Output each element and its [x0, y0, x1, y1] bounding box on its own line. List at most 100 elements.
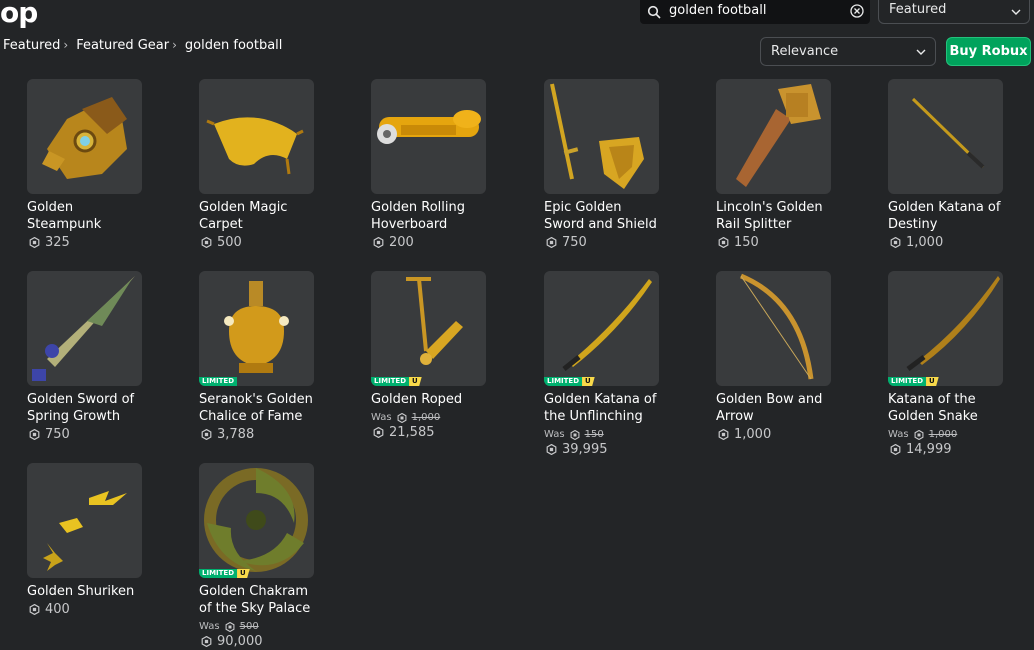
- item-card[interactable]: LIMITED Seranok's Golden Chalice of Fame 3,…: [199, 271, 349, 451]
- breadcrumb-current: golden football: [184, 38, 283, 53]
- robux-icon: [546, 444, 557, 455]
- item-card[interactable]: Golden Rolling Hoverboard 200: [371, 79, 521, 259]
- item-thumbnail[interactable]: [27, 79, 142, 194]
- item-name[interactable]: Epic Golden Sword and Shield: [544, 199, 694, 233]
- item-thumbnail[interactable]: LIMITED: [199, 271, 314, 386]
- item-thumbnail[interactable]: [199, 79, 314, 194]
- item-name[interactable]: Golden Katana of the Unflinching: [544, 391, 694, 425]
- original-price: Was 500: [199, 621, 259, 632]
- breadcrumb-featured-gear[interactable]: Featured Gear: [76, 38, 169, 53]
- item-price: 325: [29, 235, 70, 250]
- search-input[interactable]: golden football: [669, 3, 766, 18]
- item-price: 500: [201, 235, 242, 250]
- item-thumbnail[interactable]: [371, 79, 486, 194]
- robux-icon: [29, 429, 40, 440]
- item-price: 90,000: [201, 634, 263, 649]
- item-card[interactable]: Golden Magic Carpet 500: [199, 79, 349, 259]
- item-card[interactable]: LIMITED U Katana of the Golden Snake Was 1,00…: [888, 271, 1034, 457]
- chevron-right-icon: ›: [172, 38, 177, 52]
- bow-and-arrow-icon: [740, 273, 814, 380]
- item-card[interactable]: Epic Golden Sword and Shield 750: [544, 79, 694, 259]
- katana-icon: [906, 276, 1000, 371]
- item-name[interactable]: Lincoln's Golden Rail Splitter: [716, 199, 866, 233]
- chevron-down-icon: [916, 49, 926, 55]
- item-name[interactable]: Golden Katana of Destiny: [888, 199, 1034, 233]
- item-card[interactable]: Golden Shuriken 400: [27, 463, 177, 643]
- item-thumbnail[interactable]: LIMITED U: [544, 271, 659, 386]
- original-price: Was 1,000: [888, 429, 958, 440]
- sword-icon: [32, 276, 135, 381]
- rail-splitter-axe-icon: [736, 84, 821, 187]
- clear-search-icon[interactable]: [850, 4, 864, 18]
- unique-badge: U: [237, 569, 250, 578]
- robux-icon: [570, 429, 580, 440]
- item-card[interactable]: LIMITED U Golden Chakram of the Sky Palace W…: [199, 463, 349, 649]
- sort-dropdown-value: Relevance: [771, 44, 839, 59]
- item-card[interactable]: LIMITED U Golden Katana of the Unflinching W…: [544, 271, 694, 457]
- robux-icon: [890, 444, 901, 455]
- item-card[interactable]: Golden Sword of Spring Growth 750: [27, 271, 177, 451]
- item-name[interactable]: Golden Steampunk: [27, 199, 177, 233]
- chalice-icon: [224, 281, 289, 373]
- item-name[interactable]: Seranok's Golden Chalice of Fame: [199, 391, 349, 425]
- robux-icon: [397, 412, 407, 423]
- item-name[interactable]: Golden Rolling Hoverboard: [371, 199, 521, 233]
- katana-icon: [911, 97, 985, 169]
- sort-dropdown[interactable]: Relevance: [760, 37, 936, 66]
- item-card[interactable]: Golden Bow and Arrow 1,000: [716, 271, 866, 451]
- item-thumbnail[interactable]: [27, 271, 142, 386]
- item-thumbnail[interactable]: LIMITED U: [199, 463, 314, 578]
- search-icon: [647, 5, 661, 19]
- robux-icon: [29, 604, 40, 615]
- item-thumbnail[interactable]: LIMITED U: [371, 271, 486, 386]
- unique-badge: U: [582, 377, 595, 386]
- shuriken-icon: [43, 491, 127, 571]
- item-thumbnail[interactable]: [716, 271, 831, 386]
- buy-robux-button[interactable]: Buy Robux: [946, 37, 1031, 66]
- hoverboard-icon: [377, 110, 481, 144]
- search-box[interactable]: golden football: [640, 0, 870, 24]
- breadcrumb-featured[interactable]: Featured: [3, 38, 60, 53]
- item-name[interactable]: Golden Shuriken: [27, 583, 177, 600]
- item-name[interactable]: Golden Roped: [371, 391, 521, 408]
- robux-icon: [201, 429, 212, 440]
- robux-icon: [29, 237, 40, 248]
- item-name[interactable]: Katana of the Golden Snake: [888, 391, 1034, 425]
- chevron-down-icon: [1011, 9, 1021, 15]
- item-name[interactable]: Golden Chakram of the Sky Palace: [199, 583, 349, 617]
- item-name[interactable]: Golden Magic Carpet: [199, 199, 349, 233]
- item-card[interactable]: LIMITED U Golden Roped Was 1,000 21,585: [371, 271, 521, 451]
- item-thumbnail[interactable]: [716, 79, 831, 194]
- item-price: 400: [29, 602, 70, 617]
- breadcrumb: Featured › Featured Gear › golden football: [3, 38, 282, 53]
- item-card[interactable]: Golden Katana of Destiny 1,000: [888, 79, 1034, 259]
- item-price: 150: [718, 235, 759, 250]
- category-dropdown-value: Featured: [889, 2, 947, 17]
- item-price: 200: [373, 235, 414, 250]
- item-thumbnail[interactable]: [888, 79, 1003, 194]
- item-thumbnail[interactable]: [544, 79, 659, 194]
- item-price: 1,000: [890, 235, 943, 250]
- scooter-icon: [406, 277, 463, 365]
- item-card[interactable]: Golden Steampunk 325: [27, 79, 177, 259]
- steampunk-glove-icon: [42, 97, 127, 179]
- robux-icon: [225, 621, 235, 632]
- robux-icon: [373, 427, 384, 438]
- limited-badge: LIMITED U: [371, 377, 422, 386]
- original-price: Was 1,000: [371, 412, 441, 423]
- roblox-logo-partial[interactable]: op: [0, 0, 38, 29]
- item-price: 39,995: [546, 442, 608, 457]
- robux-icon: [718, 429, 729, 440]
- item-price: 14,999: [890, 442, 952, 457]
- item-thumbnail[interactable]: [27, 463, 142, 578]
- katana-icon: [562, 279, 652, 371]
- item-price: 750: [546, 235, 587, 250]
- item-name[interactable]: Golden Bow and Arrow: [716, 391, 866, 425]
- original-price: Was 150: [544, 429, 604, 440]
- item-card[interactable]: Lincoln's Golden Rail Splitter 150: [716, 79, 866, 259]
- item-name[interactable]: Golden Sword of Spring Growth: [27, 391, 177, 425]
- category-dropdown[interactable]: Featured: [878, 0, 1030, 24]
- item-price: 21,585: [373, 425, 435, 440]
- robux-icon: [890, 237, 901, 248]
- item-thumbnail[interactable]: LIMITED U: [888, 271, 1003, 386]
